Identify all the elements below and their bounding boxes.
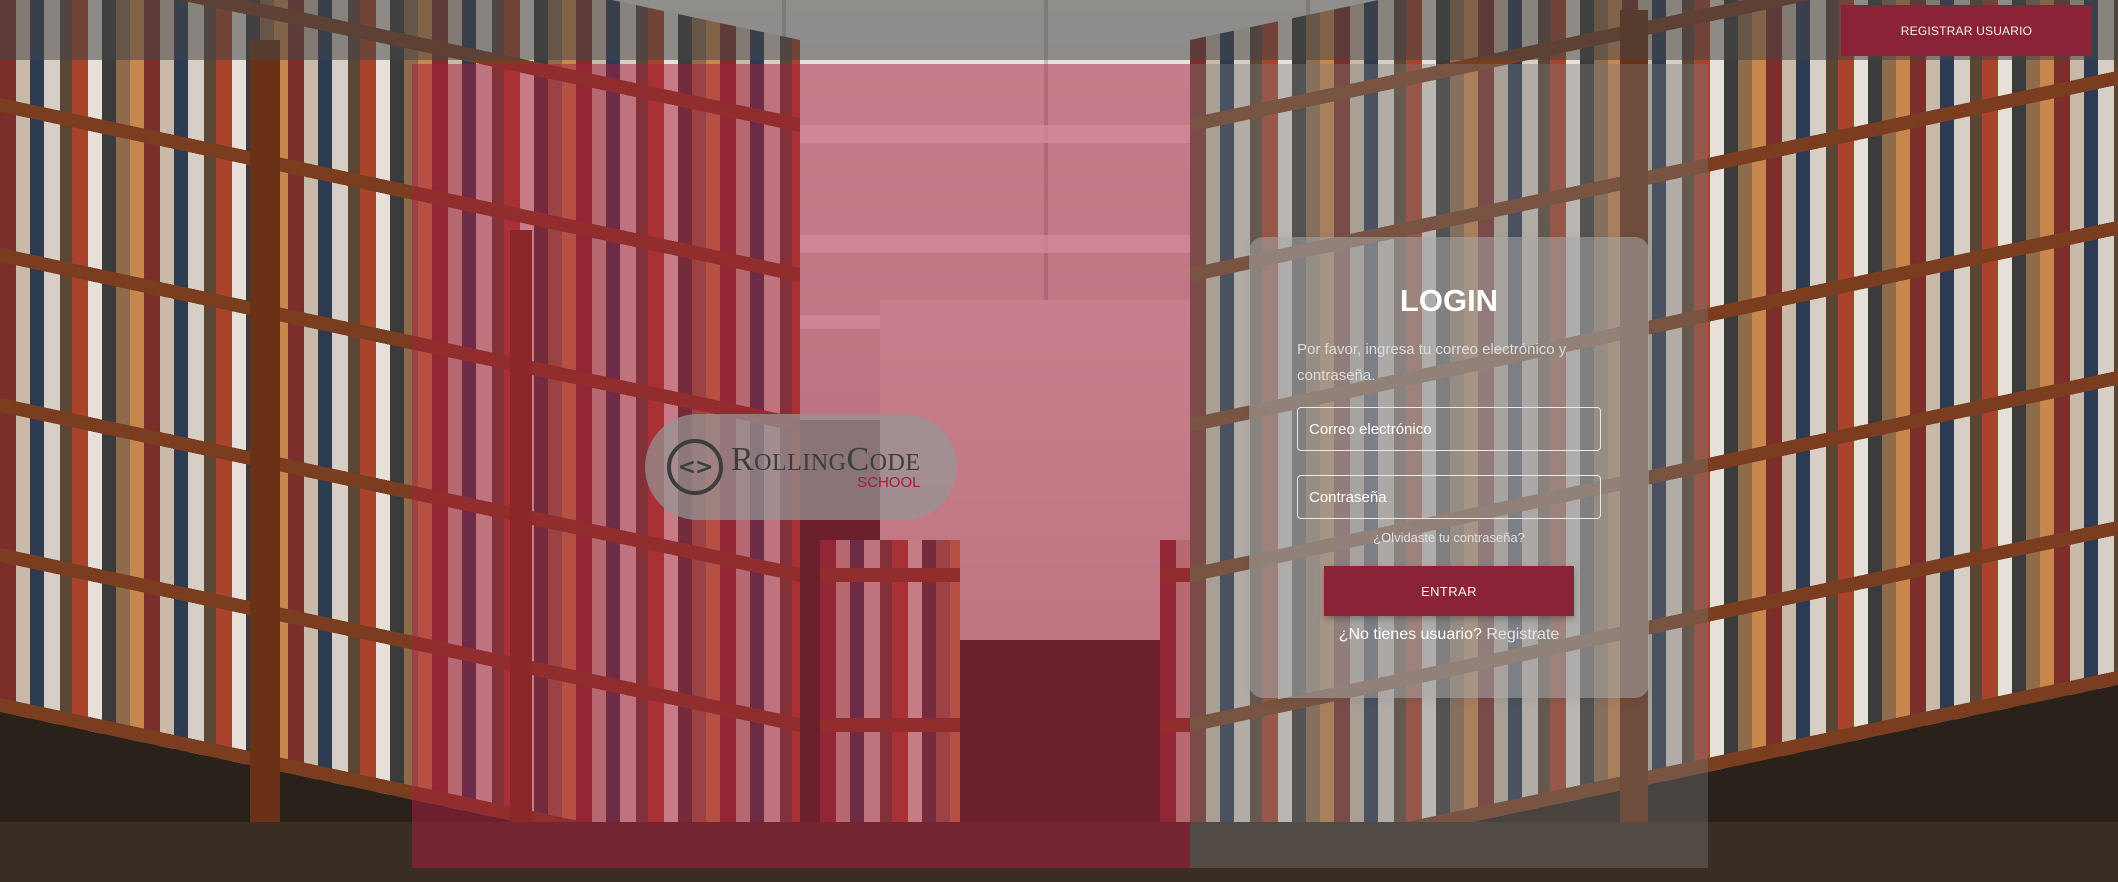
login-description: Por favor, ingresa tu correo electrónico…: [1297, 341, 1567, 384]
shelf-post: [250, 40, 280, 882]
signup-prompt: ¿No tienes usuario? Registrate: [1249, 626, 1649, 644]
top-navbar: [0, 0, 2118, 60]
login-card: LOGIN Por favor, ingresa tu correo elect…: [1249, 237, 1649, 698]
password-field[interactable]: [1297, 475, 1601, 519]
email-field[interactable]: [1297, 407, 1601, 451]
rollingcode-logo: <> RollingCode SCHOOL: [645, 414, 957, 520]
login-title: LOGIN: [1399, 283, 1499, 318]
login-submit-button[interactable]: ENTRAR: [1324, 566, 1574, 616]
forgot-password-link[interactable]: ¿Olvidaste tu contraseña?: [1249, 530, 1649, 545]
code-brackets-icon: <>: [667, 439, 723, 495]
no-account-text: ¿No tienes usuario?: [1338, 626, 1482, 643]
logo-tagline: SCHOOL: [857, 474, 921, 491]
signup-link[interactable]: Registrate: [1486, 626, 1559, 643]
logo-name: RollingCode: [731, 441, 921, 478]
register-user-button[interactable]: REGISTRAR USUARIO: [1841, 5, 2092, 56]
logo-wordmark: RollingCode SCHOOL: [731, 443, 921, 491]
